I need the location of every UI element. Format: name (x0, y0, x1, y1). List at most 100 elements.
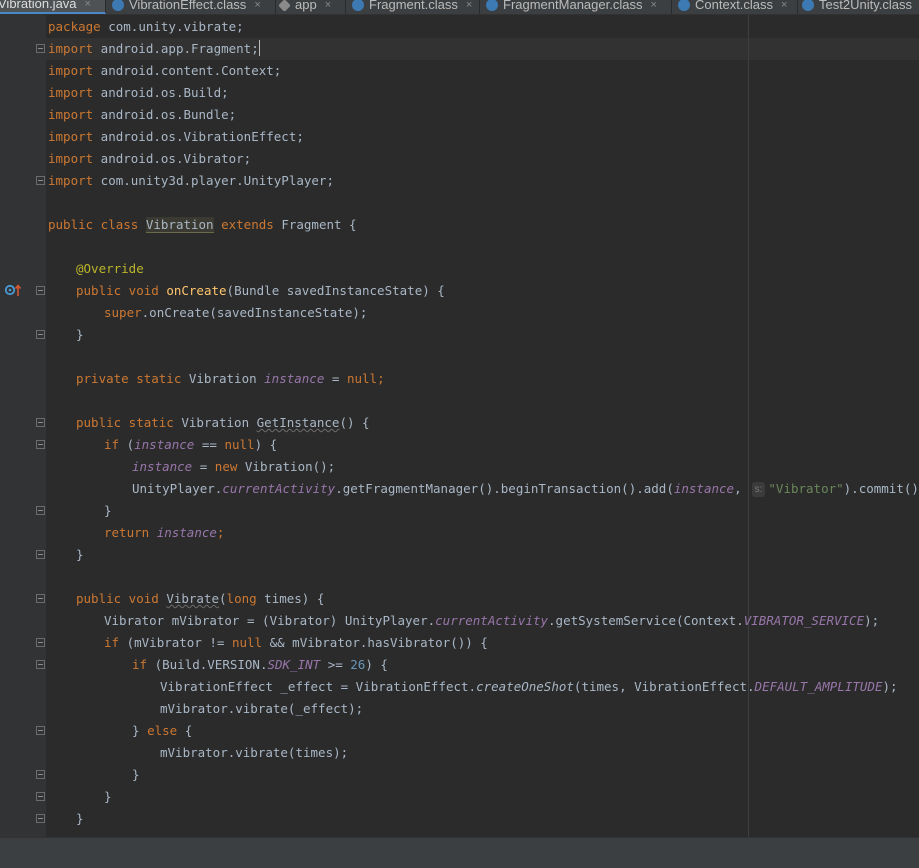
code-line-35: } (132, 764, 140, 786)
fold-marker-icon[interactable] (36, 506, 45, 515)
code-text: ( (119, 437, 135, 452)
fold-marker-icon[interactable] (36, 594, 45, 603)
code-line-15: } (76, 324, 84, 346)
fold-marker-icon[interactable] (36, 286, 45, 295)
tab-label: VibrationEffect.class (129, 0, 247, 12)
code-line-1: package com.unity.vibrate; (48, 16, 244, 38)
code-text: >= (320, 657, 351, 672)
fold-marker-icon[interactable] (36, 440, 45, 449)
static-field: VIBRATOR_SERVICE (743, 613, 865, 628)
fold-marker-icon[interactable] (36, 726, 45, 735)
keyword: long (226, 591, 257, 606)
code-text: } (132, 723, 148, 738)
code-line-32: mVibrator.vibrate(_effect); (160, 698, 363, 720)
code-line-10: public class Vibration extends Fragment … (48, 214, 357, 236)
fold-marker-icon[interactable] (36, 792, 45, 801)
static-field: instance (673, 481, 735, 496)
fold-marker-icon[interactable] (36, 660, 45, 669)
code-text: (Bundle savedInstanceState) { (226, 283, 445, 298)
keyword: public class (48, 217, 139, 232)
class-file-icon (352, 0, 364, 11)
code-line-23: } (104, 500, 112, 522)
keyword: import (48, 85, 94, 100)
code-line-24: return instance; (104, 522, 224, 544)
code-line-27: public void Vibrate(long times) { (76, 588, 324, 610)
code-text: } (76, 811, 84, 826)
code-text: mVibrator.vibrate(_effect); (160, 701, 364, 716)
fold-marker-icon[interactable] (36, 330, 45, 339)
tab-app[interactable]: app × (276, 0, 346, 14)
code-text: ( (219, 591, 227, 606)
code-text: && mVibrator.hasVibrator()) { (262, 635, 488, 650)
static-field: instance (156, 525, 217, 540)
keyword: import (48, 41, 94, 56)
keyword: import (48, 107, 94, 122)
class-name: Vibration (145, 217, 214, 233)
tab-fragmentmanager-class[interactable]: FragmentManager.class × (482, 0, 672, 14)
fold-marker-icon[interactable] (36, 44, 45, 53)
method-name: Vibrate (166, 591, 220, 606)
keyword: package (48, 19, 101, 34)
code-text: Vibration(); (237, 459, 336, 474)
code-text: = (324, 371, 347, 386)
code-text: times) { (256, 591, 325, 606)
class-file-icon (802, 0, 814, 11)
static-field: instance (264, 371, 325, 386)
tab-label: Context.class (695, 0, 774, 12)
keyword: public void (76, 591, 159, 606)
code-line-7: import android.os.Vibrator; (48, 148, 251, 170)
static-field: instance (132, 459, 193, 474)
fold-marker-icon[interactable] (36, 418, 45, 427)
code-text: VibrationEffect _effect = VibrationEffec… (160, 679, 477, 694)
code-text: android.os.VibrationEffect; (93, 129, 304, 144)
tab-fragment-class[interactable]: Fragment.class × (348, 0, 480, 14)
fold-marker-icon[interactable] (36, 550, 45, 559)
static-field: currentActivity (222, 481, 336, 496)
code-line-14: super.onCreate(savedInstanceState); (104, 302, 367, 324)
code-text: } (104, 789, 112, 804)
override-method-icon[interactable] (4, 283, 22, 297)
close-icon[interactable]: × (325, 0, 331, 14)
tab-test2unity-class[interactable]: Test2Unity.class (798, 0, 919, 14)
code-line-37: } (76, 808, 84, 830)
code-text: (times, VibrationEffect. (573, 679, 755, 694)
close-icon[interactable]: × (85, 0, 91, 13)
close-icon[interactable]: × (650, 0, 656, 14)
code-text: Vibrator mVibrator = (Vibrator) UnityPla… (104, 613, 436, 628)
number-literal: 26 (350, 657, 366, 672)
code-text: com.unity3d.player.UnityPlayer; (93, 173, 334, 188)
class-file-icon (486, 0, 498, 11)
code-line-34: mVibrator.vibrate(times); (160, 742, 348, 764)
code-line-3: import android.content.Context; (48, 60, 281, 82)
static-field: DEFAULT_AMPLITUDE (754, 679, 883, 694)
code-text: ) { (254, 437, 278, 452)
keyword: new (214, 459, 238, 474)
code-text: .getFragmentManager().beginTransaction()… (335, 481, 674, 496)
tab-vibration-java[interactable]: Vibration.java × (0, 0, 106, 14)
fold-marker-icon[interactable] (36, 770, 45, 779)
code-text: mVibrator.vibrate(times); (160, 745, 349, 760)
static-field: instance (134, 437, 195, 452)
keyword: extends (221, 217, 274, 232)
fold-marker-icon[interactable] (36, 814, 45, 823)
code-text: ; (216, 525, 225, 540)
close-icon[interactable]: × (254, 0, 260, 14)
static-field: currentActivity (435, 613, 549, 628)
keyword: if (104, 437, 120, 452)
close-icon[interactable]: × (781, 0, 787, 14)
fold-marker-icon[interactable] (36, 638, 45, 647)
tab-context-class[interactable]: Context.class × (674, 0, 798, 14)
code-line-6: import android.os.VibrationEffect; (48, 126, 304, 148)
keyword: return (104, 525, 150, 540)
code-text: (Build.VERSION. (147, 657, 268, 672)
status-bar (0, 837, 919, 868)
method-name: GetInstance (256, 415, 340, 430)
code-text: ) { (365, 657, 388, 672)
close-icon[interactable]: × (466, 0, 472, 14)
tab-vibrationeffect-class[interactable]: VibrationEffect.class × (108, 0, 276, 14)
code-line-28: Vibrator mVibrator = (Vibrator) UnityPla… (104, 610, 879, 632)
keyword: private static (76, 371, 182, 386)
code-line-17: private static Vibration instance = null… (76, 368, 385, 390)
parameter-hint: s: (751, 482, 766, 497)
fold-marker-icon[interactable] (36, 176, 45, 185)
